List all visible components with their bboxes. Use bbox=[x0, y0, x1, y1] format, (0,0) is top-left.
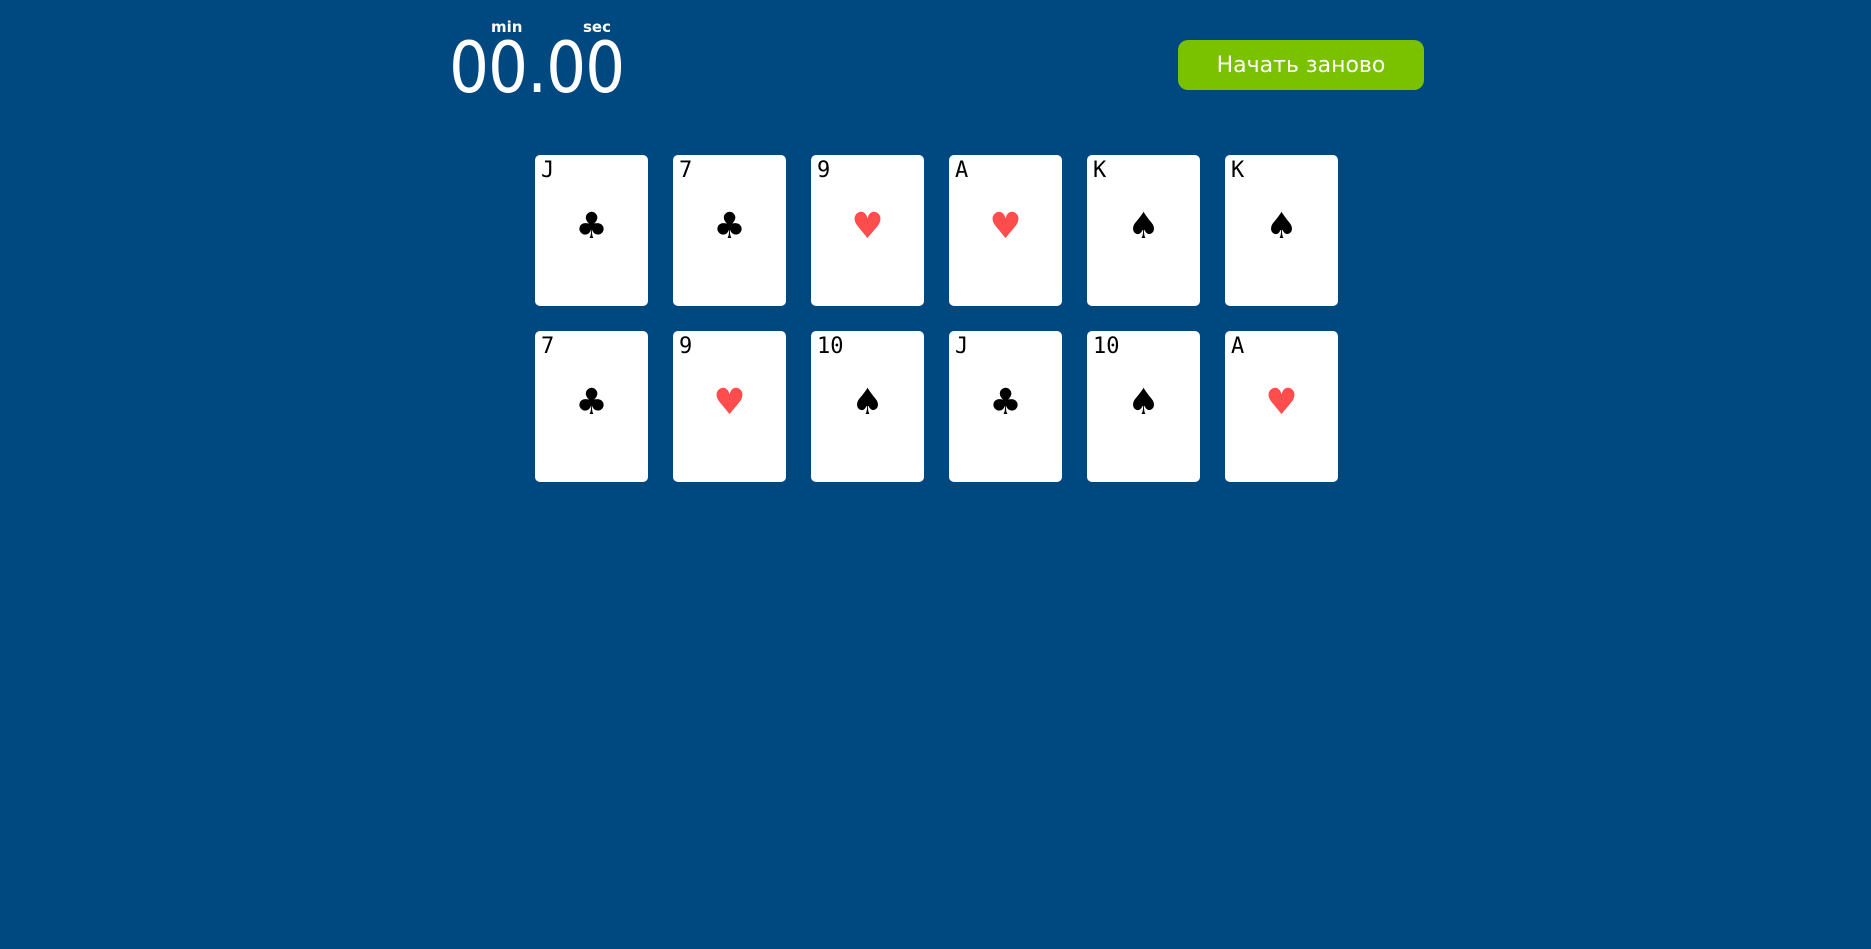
heart-icon: ♥ bbox=[989, 206, 1022, 247]
card[interactable]: 9 ♥ bbox=[811, 155, 924, 306]
spade-icon: ♠ bbox=[851, 382, 884, 423]
card[interactable]: 9 ♥ bbox=[673, 331, 786, 482]
spade-icon: ♠ bbox=[1265, 206, 1298, 247]
card-rank: K bbox=[1093, 158, 1107, 183]
card[interactable]: A ♥ bbox=[1225, 331, 1338, 482]
heart-icon: ♥ bbox=[851, 206, 884, 247]
club-icon: ♣ bbox=[989, 382, 1022, 423]
card-rank: 10 bbox=[1093, 334, 1120, 359]
card[interactable]: 10 ♠ bbox=[811, 331, 924, 482]
restart-button[interactable]: Начать заново bbox=[1178, 40, 1424, 90]
card-rank: J bbox=[955, 334, 969, 359]
card-rank: J bbox=[541, 158, 555, 183]
card-board: J ♣ 7 ♣ 9 ♥ A ♥ K ♠ K ♠ 7 ♣ 9 ♥ 10 ♠ J ♣… bbox=[535, 155, 1340, 482]
timer: min sec 00.00 bbox=[449, 14, 625, 108]
timer-value: 00.00 bbox=[449, 27, 625, 109]
card[interactable]: A ♥ bbox=[949, 155, 1062, 306]
card-rank: A bbox=[955, 158, 969, 183]
spade-icon: ♠ bbox=[1127, 382, 1160, 423]
club-icon: ♣ bbox=[575, 206, 608, 247]
card[interactable]: K ♠ bbox=[1225, 155, 1338, 306]
card-rank: 7 bbox=[679, 158, 693, 183]
card-rank: 9 bbox=[817, 158, 831, 183]
card[interactable]: K ♠ bbox=[1087, 155, 1200, 306]
card-rank: 9 bbox=[679, 334, 693, 359]
card[interactable]: 7 ♣ bbox=[673, 155, 786, 306]
card-rank: A bbox=[1231, 334, 1245, 359]
card[interactable]: 7 ♣ bbox=[535, 331, 648, 482]
card[interactable]: 10 ♠ bbox=[1087, 331, 1200, 482]
card[interactable]: J ♣ bbox=[535, 155, 648, 306]
club-icon: ♣ bbox=[575, 382, 608, 423]
card[interactable]: J ♣ bbox=[949, 331, 1062, 482]
card-rank: K bbox=[1231, 158, 1245, 183]
card-rank: 7 bbox=[541, 334, 555, 359]
heart-icon: ♥ bbox=[713, 382, 746, 423]
heart-icon: ♥ bbox=[1265, 382, 1298, 423]
card-rank: 10 bbox=[817, 334, 844, 359]
club-icon: ♣ bbox=[713, 206, 746, 247]
spade-icon: ♠ bbox=[1127, 206, 1160, 247]
